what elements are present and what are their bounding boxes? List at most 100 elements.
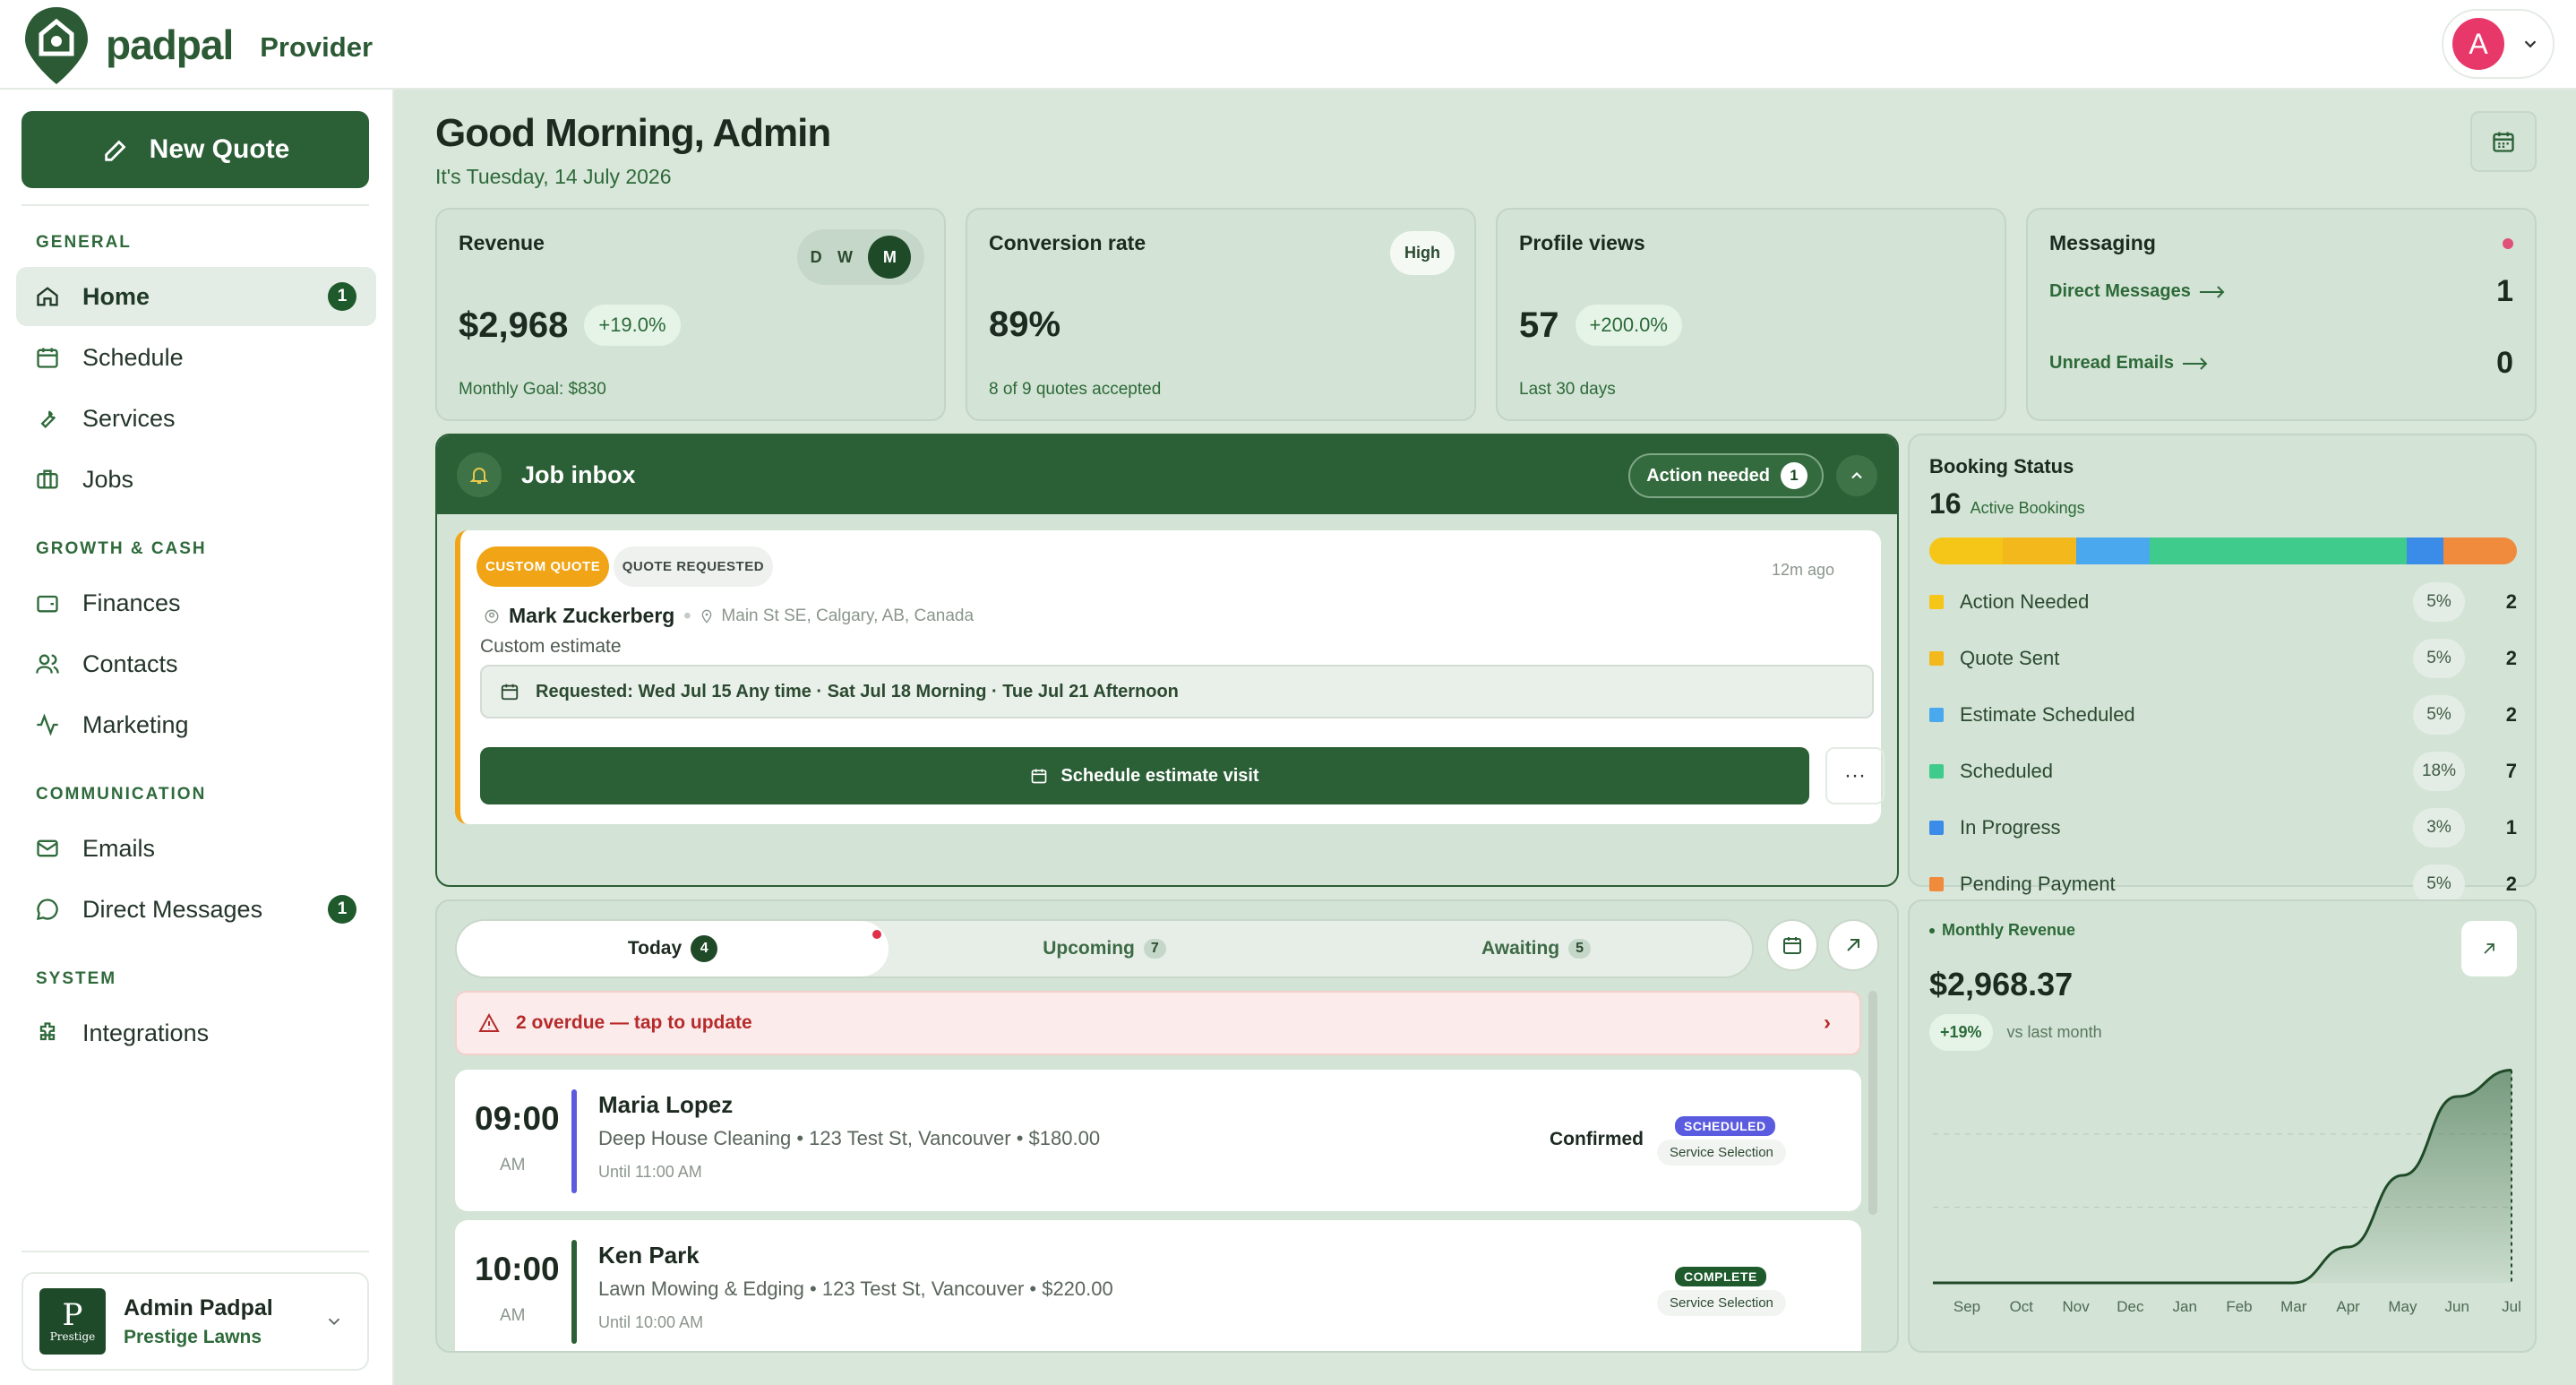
period-week[interactable]: W — [837, 248, 853, 267]
active-bookings: 16 Active Bookings — [1929, 487, 2085, 520]
job-inbox-title: Job inbox — [521, 460, 636, 488]
sidebar-item-services[interactable]: Services — [16, 389, 376, 448]
booking-status-row[interactable]: Quote Sent 5% 2 — [1929, 639, 2517, 678]
collapse-button[interactable] — [1836, 455, 1877, 496]
x-tick-label: Feb — [2226, 1298, 2252, 1315]
card-title: Booking Status — [1929, 455, 2074, 477]
x-tick-label: May — [2388, 1298, 2417, 1315]
sidebar-item-contacts[interactable]: Contacts — [16, 634, 376, 693]
booking-status-row[interactable]: Action Needed 5% 2 — [1929, 582, 2517, 622]
calendar-view-button[interactable] — [1766, 919, 1818, 971]
tab-awaiting[interactable]: Awaiting 5 — [1320, 921, 1752, 976]
avatar: A — [2452, 18, 2504, 70]
status-count: 2 — [2505, 703, 2517, 726]
booking-bar-segment — [2076, 538, 2150, 564]
sidebar-item-label: Contacts — [82, 649, 178, 677]
scrollbar[interactable] — [1868, 991, 1877, 1215]
sidebar-item-home[interactable]: Home 1 — [16, 267, 376, 326]
appointment-name: Maria Lopez — [598, 1091, 734, 1118]
profile-views-card[interactable]: Profile views 57 +200.0% Last 30 days — [1496, 208, 2006, 421]
revenue-value-row: $2,968 +19.0% — [459, 305, 681, 346]
brand-logo[interactable]: padpal Provider — [21, 0, 373, 90]
section-growth: GROWTH & CASH — [36, 539, 207, 558]
period-month[interactable]: M — [868, 236, 912, 279]
booking-status-row[interactable]: Pending Payment 5% 2 — [1929, 865, 2517, 904]
company-logo: P Prestige — [39, 1288, 106, 1355]
chevron-right-icon: › — [1824, 1011, 1831, 1035]
requested-times-text: Requested: Wed Jul 15 Any time · Sat Jul… — [536, 681, 1179, 701]
users-icon — [34, 650, 61, 677]
monthly-revenue-delta: +19% — [1929, 1014, 1993, 1051]
status-color-swatch — [1929, 821, 1944, 835]
booking-status-row[interactable]: Scheduled 18% 7 — [1929, 752, 2517, 791]
page-title: Good Morning, Admin — [435, 111, 831, 155]
appointment-time: 10:00 — [475, 1251, 560, 1287]
sidebar-item-schedule[interactable]: Schedule — [16, 328, 376, 387]
new-quote-button[interactable]: New Quote — [21, 111, 369, 188]
status-count: 2 — [2505, 590, 2517, 613]
sidebar-item-label: Emails — [82, 834, 156, 862]
status-bar — [571, 1240, 577, 1344]
unread-emails-row[interactable]: Unread Emails 0 — [2049, 346, 2513, 381]
action-needed-filter[interactable]: Action needed 1 — [1628, 453, 1824, 498]
job-card[interactable]: CUSTOM QUOTE QUOTE REQUESTED 12m ago Mar… — [455, 530, 1885, 824]
unread-emails-link[interactable]: Unread Emails — [2049, 353, 2210, 374]
account-switcher[interactable]: P Prestige Admin Padpal Prestige Lawns — [21, 1272, 369, 1371]
appointment-card[interactable]: 10:00 AM Ken Park Lawn Mowing & Edging •… — [455, 1220, 1861, 1351]
x-tick-label: Jun — [2444, 1298, 2469, 1315]
sidebar-item-finances[interactable]: Finances — [16, 573, 376, 632]
job-type: Custom estimate — [480, 636, 622, 657]
revenue-area — [1933, 1070, 2512, 1283]
calendar-icon — [1783, 937, 1801, 954]
job-inbox-header: Job inbox Action needed 1 — [437, 435, 1897, 514]
sidebar-item-direct-messages[interactable]: Direct Messages 1 — [16, 880, 376, 939]
arrow-up-right-icon — [2484, 943, 2494, 954]
main-content: Good Morning, Admin It's Tuesday, 14 Jul… — [394, 90, 2576, 1385]
sidebar-item-marketing[interactable]: Marketing — [16, 695, 376, 754]
schedule-tabs: Today 4 Upcoming 7 Awaiting 5 — [455, 919, 1754, 978]
conversion-card[interactable]: Conversion rate High 89% 8 of 9 quotes a… — [966, 208, 1476, 421]
booking-status-row[interactable]: Estimate Scheduled 5% 2 — [1929, 695, 2517, 735]
divider — [21, 1251, 369, 1252]
arrow-right-icon — [2182, 357, 2208, 370]
open-schedule-button[interactable] — [1827, 919, 1879, 971]
chevron-up-icon — [1851, 472, 1862, 479]
sidebar-item-label: Integrations — [82, 1019, 210, 1046]
customer-address-text: Main St SE, Calgary, AB, Canada — [721, 606, 975, 625]
user-menu[interactable]: A — [2442, 9, 2555, 79]
custom-quote-tag: CUSTOM QUOTE — [477, 546, 610, 587]
booking-status-row[interactable]: In Progress 3% 1 — [1929, 808, 2517, 847]
section-general: GENERAL — [36, 233, 132, 252]
sidebar-item-jobs[interactable]: Jobs — [16, 450, 376, 509]
tab-label: Upcoming — [1043, 938, 1135, 959]
calendar-button[interactable] — [2470, 111, 2537, 172]
appointment-card[interactable]: 09:00 AM Maria Lopez Deep House Cleaning… — [455, 1070, 1861, 1211]
sidebar-item-emails[interactable]: Emails — [16, 819, 376, 878]
current-date: It's Tuesday, 14 July 2026 — [435, 165, 672, 188]
card-title: Profile views — [1519, 231, 1645, 254]
appointment-detail: Lawn Mowing & Edging • 123 Test St, Vanc… — [598, 1277, 1113, 1300]
puzzle-icon — [34, 1019, 61, 1046]
schedule-panel: Today 4 Upcoming 7 Awaiting 5 2 overdue … — [435, 899, 1899, 1353]
direct-messages-row[interactable]: Direct Messages 1 — [2049, 274, 2513, 309]
direct-messages-link[interactable]: Direct Messages — [2049, 281, 2227, 302]
tab-today[interactable]: Today 4 — [457, 921, 889, 976]
more-options-button[interactable]: ··· — [1825, 747, 1885, 804]
period-day[interactable]: D — [811, 248, 822, 267]
x-tick-label: Mar — [2280, 1298, 2307, 1315]
calendar-icon — [1032, 769, 1047, 784]
tab-count: 5 — [1568, 939, 1592, 959]
schedule-estimate-button[interactable]: Schedule estimate visit — [480, 747, 1809, 804]
revenue-card[interactable]: Revenue D W M $2,968 +19.0% Monthly Goal… — [435, 208, 946, 421]
tab-upcoming[interactable]: Upcoming 7 — [889, 921, 1320, 976]
booking-bar-segment — [2003, 538, 2076, 564]
status-color-swatch — [1929, 877, 1944, 891]
booking-bar-segment — [1929, 538, 2003, 564]
calendar-icon — [501, 684, 519, 701]
sidebar-item-integrations[interactable]: Integrations — [16, 1003, 376, 1062]
status-bar — [571, 1089, 577, 1193]
company-name: Prestige Lawns — [124, 1326, 262, 1347]
open-revenue-button[interactable] — [2461, 921, 2517, 976]
overdue-alert[interactable]: 2 overdue — tap to update › — [455, 991, 1861, 1055]
status-percent: 3% — [2413, 808, 2465, 847]
